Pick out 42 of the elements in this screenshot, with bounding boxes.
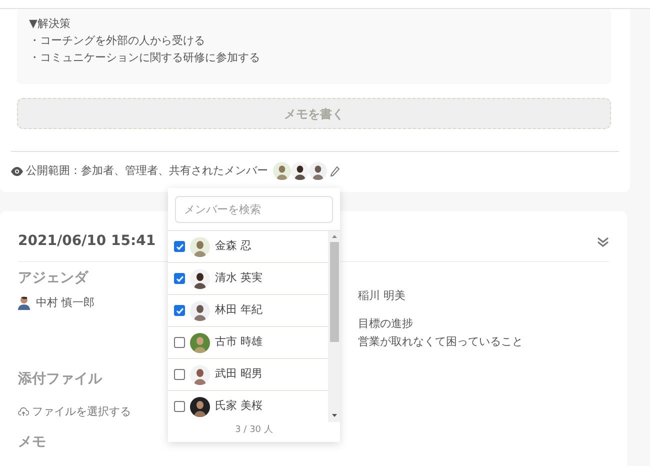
- pencil-icon[interactable]: [330, 166, 340, 176]
- agenda-item: 目標の進捗: [358, 316, 414, 332]
- file-select-button[interactable]: ファイルを選択する: [18, 404, 131, 420]
- member-item[interactable]: 清水 英実: [168, 263, 328, 295]
- member-name: 氏家 美桜: [215, 398, 262, 414]
- scrollbar[interactable]: [328, 231, 340, 422]
- memo-text-line: ・コーチングを外部の人から受ける: [29, 33, 206, 49]
- person-icon: [18, 296, 30, 310]
- upload-cloud-icon: [18, 406, 29, 417]
- checkbox[interactable]: [174, 241, 185, 252]
- attachments-heading: 添付ファイル: [18, 370, 102, 388]
- eye-icon: [11, 166, 23, 176]
- member-name: 金森 忍: [215, 238, 252, 254]
- scroll-up-icon[interactable]: [332, 235, 336, 238]
- person-name: 中村 慎一郎: [36, 295, 94, 311]
- checkbox[interactable]: [174, 337, 185, 348]
- checkbox[interactable]: [174, 401, 185, 412]
- memo-heading: メモ: [18, 433, 46, 452]
- checkbox[interactable]: [174, 305, 185, 316]
- scrollbar-thumb[interactable]: [330, 242, 338, 342]
- person-name: 稲川 明美: [358, 288, 406, 304]
- memo-text-line: ・コミュニケーションに関する研修に参加する: [29, 50, 261, 66]
- checkbox[interactable]: [174, 369, 185, 380]
- agenda-heading: アジェンダ: [18, 269, 88, 288]
- member-name: 武田 昭男: [215, 366, 262, 382]
- member-item[interactable]: 古市 時雄: [168, 327, 328, 359]
- meeting-date: 2021/06/10 15:41: [18, 232, 156, 251]
- member-item[interactable]: 金森 忍: [168, 231, 328, 263]
- double-chevron-icon[interactable]: [597, 236, 609, 246]
- member-item[interactable]: 林田 年紀: [168, 295, 328, 327]
- scroll-down-icon[interactable]: [332, 414, 336, 417]
- member-count: 3 / 30 人: [234, 424, 274, 436]
- member-name: 清水 英実: [215, 270, 262, 286]
- checkbox[interactable]: [174, 273, 185, 284]
- agenda-item: 営業が取れなくて困っていること: [358, 334, 524, 350]
- visibility-text: 公開範囲：参加者、管理者、共有されたメンバー: [26, 162, 268, 179]
- member-name: 古市 時雄: [215, 334, 262, 350]
- member-item[interactable]: 武田 昭男: [168, 359, 328, 391]
- member-item[interactable]: 氏家 美桜: [168, 391, 328, 422]
- memo-text-line: ▼解決策: [29, 16, 72, 32]
- member-search-field[interactable]: メンバーを検索: [175, 196, 333, 223]
- member-name: 林田 年紀: [215, 302, 262, 318]
